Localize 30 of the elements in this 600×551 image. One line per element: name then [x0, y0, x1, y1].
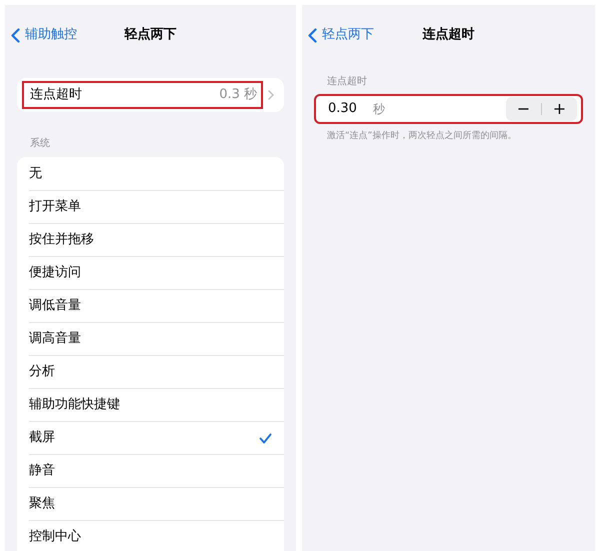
- screen-title: 连点超时: [422, 26, 474, 44]
- field-value: 0.30: [328, 100, 357, 118]
- screen-title: 轻点两下: [124, 26, 176, 44]
- action-row[interactable]: 辅助功能快捷键: [29, 388, 284, 421]
- section-header: 系统: [30, 136, 51, 151]
- back-link[interactable]: 轻点两下: [308, 25, 374, 45]
- back-chevron-icon: [308, 28, 317, 42]
- action-row[interactable]: 聚焦: [29, 487, 284, 520]
- action-row[interactable]: 控制中心: [29, 520, 284, 551]
- back-link[interactable]: 辅助触控: [11, 25, 77, 45]
- action-row[interactable]: 调高音量: [29, 322, 284, 355]
- action-row[interactable]: 调低音量: [29, 289, 284, 322]
- chevron-right-icon: [268, 90, 274, 100]
- section-header: 连点超时: [327, 74, 368, 89]
- timeout-field[interactable]: 0.30 秒 − +: [314, 94, 583, 124]
- row-value: 0.3 秒: [219, 86, 257, 104]
- action-row[interactable]: 截屏: [29, 421, 284, 454]
- action-row[interactable]: 按住并拖移: [29, 223, 284, 256]
- increment-button[interactable]: +: [542, 97, 577, 121]
- action-row[interactable]: 打开菜单: [29, 190, 284, 223]
- row-label: 连点超时: [30, 86, 83, 104]
- back-chevron-icon: [11, 28, 20, 42]
- action-row[interactable]: 静音: [29, 454, 284, 487]
- action-row[interactable]: 分析: [29, 355, 284, 388]
- timeout-row[interactable]: 连点超时 0.3 秒: [17, 78, 284, 112]
- unit-label: 秒: [372, 101, 386, 118]
- action-row[interactable]: 便捷访问: [29, 256, 284, 289]
- decrement-button[interactable]: −: [506, 97, 541, 121]
- action-row[interactable]: 无: [29, 157, 284, 190]
- footer-note: 激活“连点”操作时，两次轻点之间所需的间隔。: [327, 130, 518, 143]
